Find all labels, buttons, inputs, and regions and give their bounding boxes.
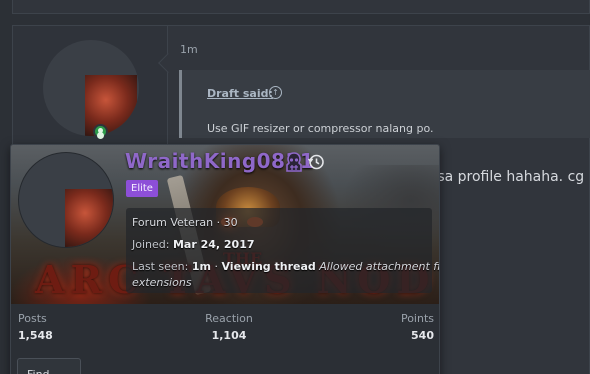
post-timestamp[interactable]: 1m <box>180 43 198 56</box>
stat-value: 540 <box>411 329 434 342</box>
quote-text: Use GIF resizer or compressor nalang po. <box>207 122 434 135</box>
online-status-icon <box>93 124 108 139</box>
member-avatar[interactable] <box>18 152 114 248</box>
last-seen-line: Last seen: 1m · Viewing thread Allowed a… <box>132 260 439 273</box>
joined-date: Mar 24, 2017 <box>172 238 255 251</box>
last-seen-time: 1m <box>191 260 211 273</box>
last-seen-label: Last seen: <box>132 260 189 273</box>
activity-detail-continued[interactable]: extensions <box>132 276 192 289</box>
joined-line: Joined: Mar 24, 2017 <box>132 238 255 251</box>
last-seen-activity: Viewing thread <box>221 260 316 273</box>
avatar-artwork <box>85 75 137 136</box>
stat-value: 1,104 <box>211 329 247 342</box>
stat-label: Reaction <box>205 312 253 325</box>
activity-detail[interactable]: Allowed attachment file <box>319 260 439 273</box>
staff-badge-icon <box>286 152 302 172</box>
stat-posts: Posts 1,548 <box>18 312 53 342</box>
member-title: Forum Veteran · 30 <box>132 216 238 229</box>
member-info-box: Forum Veteran · 30 Joined: Mar 24, 2017 … <box>126 208 439 293</box>
stat-reaction: Reaction 1,104 <box>199 312 259 342</box>
post-body-text: n sa profile hahaha. cg <box>424 169 585 185</box>
arrow-up-icon[interactable]: ↑ <box>269 86 282 99</box>
user-banner-badge: Elite <box>126 180 158 197</box>
avatar-artwork <box>65 189 113 247</box>
quote-block: Draft said: ↑ Use GIF resizer or compres… <box>179 70 590 138</box>
history-icon[interactable] <box>307 153 325 171</box>
stat-points: Points 540 <box>401 312 434 342</box>
stat-value: 1,548 <box>18 329 53 342</box>
find-button[interactable]: Find <box>17 358 81 374</box>
last-seen-separator: · <box>210 260 222 273</box>
member-stats: Posts 1,548 Reaction 1,104 Points 540 <box>11 304 439 352</box>
avatar[interactable] <box>43 40 139 136</box>
previous-post <box>12 0 590 14</box>
activity-detail-line: extensions <box>132 276 192 289</box>
joined-label: Joined: <box>132 238 170 251</box>
member-tooltip: THE ARC TAVS NOD WraithKing0831 Elite Fo… <box>10 144 440 374</box>
stat-label: Points <box>400 312 434 325</box>
quote-author-link[interactable]: Draft said: <box>207 87 273 100</box>
stat-label: Posts <box>18 312 47 325</box>
